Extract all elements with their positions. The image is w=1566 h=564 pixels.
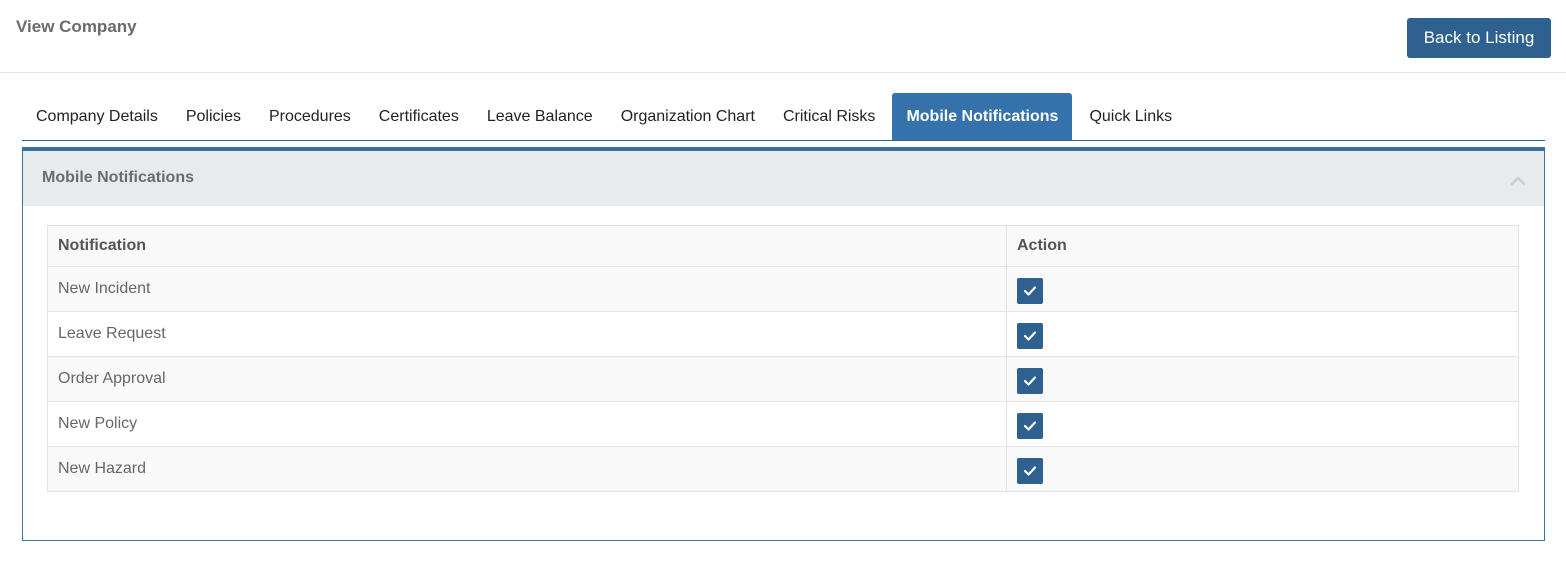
table-row: Leave Request: [47, 311, 1519, 357]
notification-cell: Leave Request: [47, 311, 1007, 357]
back-to-listing-button[interactable]: Back to Listing: [1407, 18, 1551, 58]
check-icon: [1023, 331, 1037, 341]
view-company-page: View Company Back to Listing Company Det…: [0, 0, 1566, 564]
action-checkbox[interactable]: [1017, 413, 1043, 439]
tab-critical-risks[interactable]: Critical Risks: [769, 93, 889, 140]
tab-organization-chart[interactable]: Organization Chart: [607, 93, 769, 140]
action-checkbox[interactable]: [1017, 323, 1043, 349]
tab-certificates[interactable]: Certificates: [365, 93, 473, 140]
tab-policies[interactable]: Policies: [172, 93, 255, 140]
check-icon: [1023, 466, 1037, 476]
check-icon: [1023, 286, 1037, 296]
panel-title: Mobile Notifications: [42, 169, 194, 186]
tab-company-details[interactable]: Company Details: [22, 93, 172, 140]
action-checkbox[interactable]: [1017, 278, 1043, 304]
chevron-up-icon[interactable]: [1510, 173, 1526, 186]
tab-quick-links[interactable]: Quick Links: [1075, 93, 1186, 140]
table-header-row: Notification Action: [47, 225, 1519, 267]
action-cell: [1006, 266, 1519, 312]
mobile-notifications-panel: Mobile Notifications Notification Action…: [22, 147, 1545, 541]
action-cell: [1006, 446, 1519, 492]
table-row: New Incident: [47, 266, 1519, 312]
action-checkbox[interactable]: [1017, 368, 1043, 394]
notification-cell: New Incident: [47, 266, 1007, 312]
column-header-notification: Notification: [47, 225, 1007, 267]
action-cell: [1006, 311, 1519, 357]
action-cell: [1006, 356, 1519, 402]
table-row: Order Approval: [47, 356, 1519, 402]
tab-bar: Company Details Policies Procedures Cert…: [22, 92, 1545, 141]
notification-cell: New Hazard: [47, 446, 1007, 492]
action-cell: [1006, 401, 1519, 447]
notification-cell: Order Approval: [47, 356, 1007, 402]
table-row: New Hazard: [47, 446, 1519, 492]
notification-cell: New Policy: [47, 401, 1007, 447]
tab-mobile-notifications[interactable]: Mobile Notifications: [892, 93, 1073, 140]
page-header: View Company Back to Listing: [0, 0, 1566, 73]
check-icon: [1023, 421, 1037, 431]
table-row: New Policy: [47, 401, 1519, 447]
tab-leave-balance[interactable]: Leave Balance: [473, 93, 607, 140]
tab-procedures[interactable]: Procedures: [255, 93, 365, 140]
panel-header: Mobile Notifications: [23, 151, 1544, 206]
action-checkbox[interactable]: [1017, 458, 1043, 484]
column-header-action: Action: [1006, 225, 1519, 267]
page-title: View Company: [16, 17, 137, 36]
check-icon: [1023, 376, 1037, 386]
notifications-table: Notification Action New Incident Leave R…: [47, 225, 1519, 492]
